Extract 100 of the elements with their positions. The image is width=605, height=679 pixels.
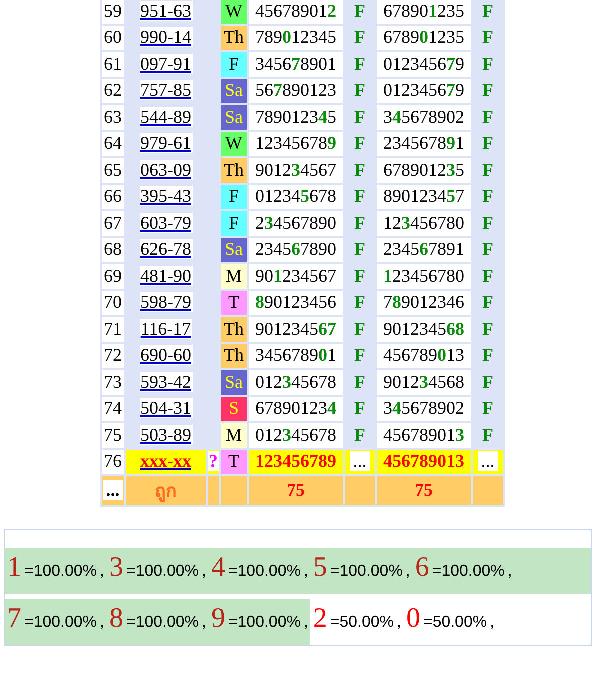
code-link[interactable]: 990-14 <box>140 27 192 48</box>
code-link[interactable]: 504-31 <box>140 398 192 418</box>
digits-cell: 456789013 <box>377 423 471 448</box>
digits-cell: 789012345 <box>249 105 343 130</box>
code-link[interactable]: 593-42 <box>140 372 192 392</box>
day-cell: W <box>221 0 247 24</box>
row-number: 63 <box>102 105 124 130</box>
result-mark: F <box>482 133 494 154</box>
code-link[interactable]: 598-79 <box>140 292 192 312</box>
digits-cell: 678901235 <box>377 158 471 182</box>
digits-cell: 456789012 <box>249 0 343 24</box>
result-mark: F <box>482 186 494 206</box>
result-mark: F <box>354 27 366 48</box>
day-cell: F <box>221 52 247 76</box>
digits-cell: 345678901 <box>249 52 343 76</box>
code-link[interactable]: 063-09 <box>140 160 192 180</box>
code-link[interactable]: 116-17 <box>140 318 192 339</box>
code-link[interactable]: 690-60 <box>140 345 192 366</box>
code-link[interactable]: 603-79 <box>140 212 192 233</box>
digits-cell: 012345678 <box>249 184 343 209</box>
result-mark: F <box>354 0 366 21</box>
result-mark: F <box>354 345 366 366</box>
result-mark: F <box>354 133 366 154</box>
day-cell: F <box>221 211 247 236</box>
digits-cell: 012345678 <box>249 423 343 448</box>
result-mark: F <box>354 266 366 286</box>
result-mark: F <box>354 292 366 312</box>
result-mark: F <box>354 160 366 180</box>
result-mark: F <box>482 0 494 21</box>
code-link[interactable]: 626-78 <box>140 239 192 260</box>
result-mark: F <box>354 318 366 339</box>
code-link[interactable]: 544-89 <box>140 106 192 127</box>
digits-cell: 901234568 <box>377 317 471 342</box>
digits-cell: 345678901 <box>249 344 343 368</box>
row-number: 74 <box>102 396 124 421</box>
result-mark: F <box>482 318 494 339</box>
day-cell: Sa <box>221 105 247 130</box>
digit-stat: 0=50.00% , <box>405 602 496 636</box>
digits-cell: 901234567 <box>249 158 343 182</box>
input-field[interactable]: ... <box>478 451 498 472</box>
day-cell: Th <box>221 344 247 368</box>
digits-cell: 901234567 <box>249 317 343 342</box>
code-link[interactable]: 979-61 <box>140 133 192 154</box>
digits-cell: 890123457 <box>377 184 471 209</box>
correct-count: 75 <box>249 476 343 505</box>
row-number: 59 <box>102 0 124 24</box>
digit-stat: 2=50.00% , <box>312 602 402 636</box>
digits-cell: 234567891 <box>377 132 471 156</box>
digits-cell: 678901235 <box>377 0 471 24</box>
code-link[interactable]: 395-43 <box>140 186 192 206</box>
digits-cell: 789012346 <box>377 290 471 315</box>
row-number: 62 <box>102 78 124 103</box>
digits-cell: 123456780 <box>377 264 471 288</box>
row-number: 64 <box>102 132 124 156</box>
result-mark: F <box>354 54 366 74</box>
result-mark: F <box>482 160 494 180</box>
row-number: 70 <box>102 290 124 315</box>
result-mark: F <box>354 80 366 100</box>
digits-cell: 012345678 <box>249 370 343 394</box>
digit-stat: 8=100.00% , <box>106 599 208 645</box>
day-cell: Sa <box>221 238 247 262</box>
digits-cell: 123456789 <box>249 132 343 156</box>
code-link[interactable]: 503-89 <box>140 424 192 445</box>
correct-count: 75 <box>377 476 471 505</box>
result-mark: F <box>482 372 494 392</box>
row-number: 76 <box>102 450 124 474</box>
result-mark: F <box>482 239 494 260</box>
result-mark: F <box>482 27 494 48</box>
day-cell: Sa <box>221 78 247 103</box>
code-link[interactable]: 481-90 <box>140 266 192 286</box>
row-number: 67 <box>102 211 124 236</box>
digit-stat: 6=100.00% , <box>412 548 590 594</box>
day-cell: Th <box>221 158 247 182</box>
row-number: 65 <box>102 158 124 182</box>
row-number: 71 <box>102 317 124 342</box>
input-field[interactable]: ... <box>350 451 370 472</box>
digit-stat: 5=100.00% , <box>310 548 412 594</box>
result-mark: F <box>354 424 366 445</box>
row-number: 69 <box>102 264 124 288</box>
digits-cell: 456789013 <box>377 344 471 368</box>
row-number: 60 <box>102 26 124 50</box>
code-link[interactable]: 757-85 <box>140 80 192 100</box>
day-cell: T <box>221 290 247 315</box>
result-mark: F <box>482 80 494 100</box>
result-mark: F <box>482 212 494 233</box>
digits-cell: 678901234 <box>249 396 343 421</box>
row-number: 68 <box>102 238 124 262</box>
digits-cell: 345678902 <box>377 105 471 130</box>
digits-cell: 456789013 <box>377 450 471 474</box>
digits-cell: 234567890 <box>249 238 343 262</box>
digits-cell: 012345679 <box>377 78 471 103</box>
result-mark: F <box>482 54 494 74</box>
digits-cell: 123456789 <box>249 450 343 474</box>
code-link[interactable]: 097-91 <box>140 54 192 74</box>
result-mark: F <box>482 292 494 312</box>
code-link[interactable]: 951-63 <box>140 0 192 21</box>
day-cell: W <box>221 132 247 156</box>
result-mark: F <box>354 398 366 418</box>
digit-stat: 4=100.00% , <box>208 548 310 594</box>
input-field[interactable]: ... <box>103 480 123 500</box>
